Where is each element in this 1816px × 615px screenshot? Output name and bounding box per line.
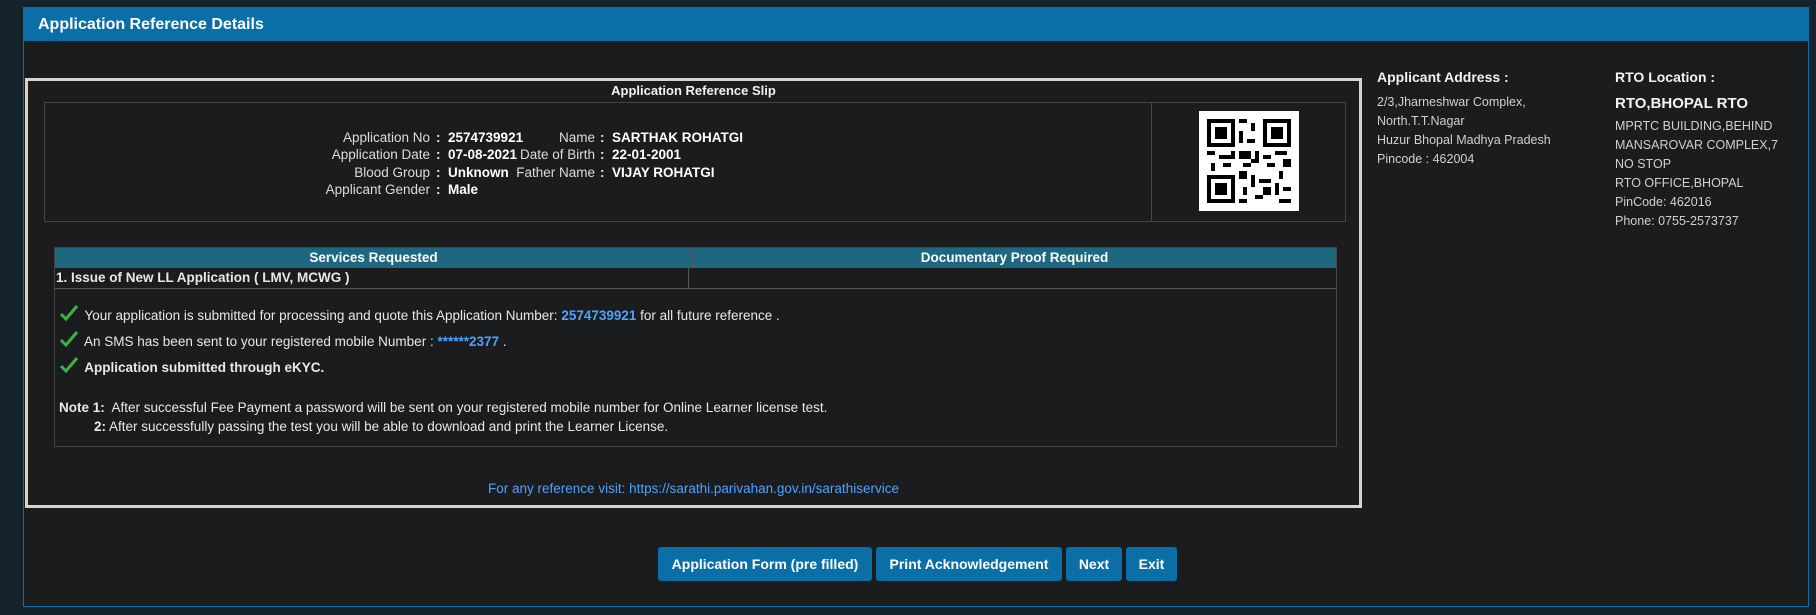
field-name-value: SARTHAK ROHATGI (612, 130, 743, 145)
applicant-details: Application No : 2574739921 Application … (44, 102, 1346, 222)
field-dob-value: 22-01-2001 (612, 147, 682, 162)
services-table-header: Services Requested Documentary Proof Req… (55, 248, 1336, 268)
panel-title: Application Reference Details (24, 8, 1808, 41)
header-documentary-proof: Documentary Proof Required (920, 250, 1109, 265)
applicant-address-heading: Applicant Address : (1377, 69, 1509, 85)
colon: : (436, 165, 441, 180)
message-text: An SMS has been sent to your registered … (84, 334, 434, 350)
rto-line: Phone: 0755-2573737 (1615, 214, 1739, 228)
note-1: Note 1: After successful Fee Payment a p… (59, 400, 827, 415)
colon: : (600, 130, 605, 145)
rto-location-heading: RTO Location : (1615, 69, 1716, 85)
reference-visit-link[interactable]: For any reference visit: https://sarathi… (28, 481, 1359, 496)
note-label: Note 1: (59, 400, 105, 415)
application-reference-panel: Application Reference Details Applicatio… (23, 7, 1809, 607)
next-button[interactable]: Next (1066, 547, 1122, 581)
qr-cell (1151, 103, 1347, 221)
field-gender-label: Applicant Gender (325, 182, 430, 197)
address-line: 2/3,Jharneshwar Complex, (1377, 95, 1526, 109)
field-name-label: Name (558, 130, 595, 145)
colon: : (600, 165, 605, 180)
field-gender-value: Male (448, 182, 479, 197)
message-text: Application submitted through eKYC. (84, 360, 325, 376)
reference-slip: Application Reference Slip Application N… (25, 78, 1362, 508)
service-cell: 1. Issue of New LL Application ( LMV, MC… (55, 268, 689, 288)
message-text: Your application is submitted for proces… (84, 308, 558, 324)
message-ekyc: Application submitted through eKYC. (59, 356, 324, 378)
application-number-link[interactable]: 2574739921 (561, 308, 636, 323)
check-icon (59, 330, 81, 355)
field-application-date-label: Application Date (331, 147, 430, 162)
field-father-name-value: VIJAY ROHATGI (612, 165, 715, 180)
check-icon (59, 304, 81, 329)
exit-button[interactable]: Exit (1126, 547, 1177, 581)
rto-line: MPRTC BUILDING,BEHIND (1615, 119, 1773, 133)
rto-line: MANSAROVAR COMPLEX,7 (1615, 138, 1779, 152)
qr-code-icon (1199, 111, 1299, 211)
message-sms: An SMS has been sent to your registered … (59, 330, 507, 352)
note-2: 2: After successfully passing the test y… (94, 419, 668, 434)
field-application-no-label: Application No (342, 130, 430, 145)
message-text: . (502, 334, 507, 350)
application-form-button[interactable]: Application Form (pre filled) (658, 547, 872, 581)
header-services-requested: Services Requested (55, 248, 693, 267)
print-acknowledgement-button[interactable]: Print Acknowledgement (876, 547, 1062, 581)
note-text: After successful Fee Payment a password … (111, 400, 828, 415)
table-row: 1. Issue of New LL Application ( LMV, MC… (55, 268, 1336, 289)
colon: : (600, 147, 605, 162)
address-line: Pincode : 462004 (1377, 152, 1475, 166)
rto-line: RTO OFFICE,BHOPAL (1615, 176, 1744, 190)
rto-line: PinCode: 462016 (1615, 195, 1712, 209)
colon: : (436, 130, 441, 145)
field-father-name-label: Father Name (516, 165, 595, 180)
message-submitted: Your application is submitted for proces… (59, 304, 780, 326)
services-table: Services Requested Documentary Proof Req… (54, 247, 1337, 447)
mobile-number: ******2377 (437, 334, 500, 350)
check-icon (59, 356, 81, 381)
colon: : (436, 182, 441, 197)
slip-title: Application Reference Slip (611, 83, 776, 98)
colon: : (436, 147, 441, 162)
note-text: After successfully passing the test you … (109, 419, 669, 434)
note-label: 2: (94, 419, 107, 434)
documents-cell (693, 268, 1336, 288)
rto-name: RTO,BHOPAL RTO (1615, 95, 1749, 112)
rto-line: NO STOP (1615, 157, 1672, 171)
address-line: North.T.T.Nagar (1377, 114, 1465, 128)
field-dob-label: Date of Birth (519, 147, 595, 162)
field-blood-group-label: Blood Group (354, 165, 430, 180)
message-text: for all future reference . (640, 308, 780, 324)
address-line: Huzur Bhopal Madhya Pradesh (1377, 133, 1551, 147)
